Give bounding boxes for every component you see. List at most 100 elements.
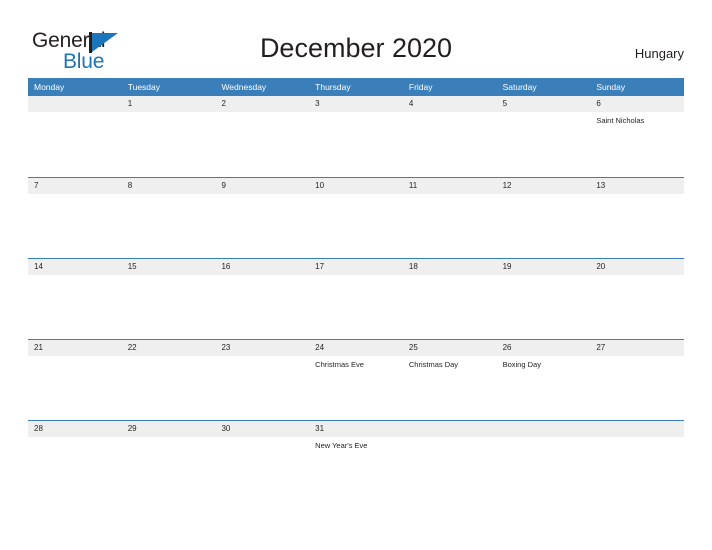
day-number-22[interactable]: 22 [122, 340, 216, 356]
day-number-band: 21 22 23 24 25 26 27 [28, 340, 684, 356]
day-number-band: 7 8 9 10 11 12 13 [28, 178, 684, 194]
day-number-4[interactable]: 4 [403, 96, 497, 112]
event-label: Christmas Day [408, 360, 459, 369]
day-cell-18[interactable] [403, 275, 497, 339]
page-title: December 2020 [259, 33, 453, 63]
day-cell-31[interactable]: New Year's Eve [309, 437, 403, 501]
day-cell-16[interactable] [215, 275, 309, 339]
weekday-header-thursday: Thursday [315, 82, 351, 92]
day-cell-19[interactable] [497, 275, 591, 339]
calendar-weeks: 1 2 3 4 5 6 Saint Nicholas 7 8 9 10 11 12 13 14 15 16 17 1… [28, 96, 684, 501]
calendar-week-row: 7 8 9 10 11 12 13 [28, 177, 684, 258]
weekday-header-monday: Monday [34, 82, 65, 92]
day-cell-9[interactable] [215, 194, 309, 258]
day-number-7[interactable]: 7 [28, 178, 122, 194]
day-number-28[interactable]: 28 [28, 421, 122, 437]
day-event-band [28, 275, 684, 339]
day-number-empty [497, 421, 591, 437]
day-number-1[interactable]: 1 [122, 96, 216, 112]
day-event-band: New Year's Eve [28, 437, 684, 501]
day-number-16[interactable]: 16 [215, 259, 309, 275]
calendar-grid: Monday Tuesday Wednesday Thursday Friday Satu… [28, 78, 684, 501]
day-number-24[interactable]: 24 [309, 340, 403, 356]
day-number-15[interactable]: 15 [122, 259, 216, 275]
day-cell-3[interactable] [309, 112, 403, 176]
day-cell-10[interactable] [309, 194, 403, 258]
day-cell-empty [497, 437, 591, 501]
day-number-14[interactable]: 14 [28, 259, 122, 275]
calendar-week-row: 28 29 30 31 New Year's Eve [28, 420, 684, 501]
event-label: Boxing Day [502, 360, 541, 369]
day-cell-24[interactable]: Christmas Eve [309, 356, 403, 420]
day-cell-empty [403, 437, 497, 501]
day-number-empty [590, 421, 684, 437]
day-cell-1[interactable] [122, 112, 216, 176]
day-number-9[interactable]: 9 [215, 178, 309, 194]
weekday-header-row: Monday Tuesday Wednesday Thursday Friday Satu… [28, 78, 684, 96]
day-number-21[interactable]: 21 [28, 340, 122, 356]
day-number-26[interactable]: 26 [497, 340, 591, 356]
event-label: New Year's Eve [315, 441, 368, 450]
day-number-18[interactable]: 18 [403, 259, 497, 275]
weekday-header-friday: Friday [408, 82, 433, 92]
day-cell-17[interactable] [309, 275, 403, 339]
day-number-empty [28, 96, 122, 112]
day-number-12[interactable]: 12 [497, 178, 591, 194]
day-cell-4[interactable] [403, 112, 497, 176]
day-number-13[interactable]: 13 [590, 178, 684, 194]
day-number-31[interactable]: 31 [309, 421, 403, 437]
day-number-20[interactable]: 20 [590, 259, 684, 275]
day-cell-27[interactable] [590, 356, 684, 420]
day-cell-5[interactable] [497, 112, 591, 176]
day-number-10[interactable]: 10 [309, 178, 403, 194]
day-number-19[interactable]: 19 [497, 259, 591, 275]
day-cell-2[interactable] [215, 112, 309, 176]
day-cell-empty [590, 437, 684, 501]
day-number-11[interactable]: 11 [403, 178, 497, 194]
day-number-25[interactable]: 25 [403, 340, 497, 356]
day-cell-29[interactable] [122, 437, 216, 501]
day-cell-22[interactable] [122, 356, 216, 420]
day-cell-23[interactable] [215, 356, 309, 420]
event-label: Saint Nicholas [596, 116, 645, 125]
day-cell-30[interactable] [215, 437, 309, 501]
day-number-27[interactable]: 27 [590, 340, 684, 356]
weekday-header-wednesday: Wednesday [221, 82, 267, 92]
day-cell-13[interactable] [590, 194, 684, 258]
day-number-29[interactable]: 29 [122, 421, 216, 437]
day-number-30[interactable]: 30 [215, 421, 309, 437]
calendar-week-row: 14 15 16 17 18 19 20 [28, 258, 684, 339]
day-number-2[interactable]: 2 [215, 96, 309, 112]
day-cell-8[interactable] [122, 194, 216, 258]
day-cell-7[interactable] [28, 194, 122, 258]
day-cell-26[interactable]: Boxing Day [497, 356, 591, 420]
day-number-empty [403, 421, 497, 437]
day-cell-21[interactable] [28, 356, 122, 420]
day-cell-empty [28, 112, 122, 176]
day-cell-12[interactable] [497, 194, 591, 258]
page-header: General Blue December 2020 Hungary [0, 0, 712, 78]
day-cell-11[interactable] [403, 194, 497, 258]
day-event-band [28, 194, 684, 258]
event-label: Christmas Eve [315, 360, 364, 369]
day-number-23[interactable]: 23 [215, 340, 309, 356]
day-number-6[interactable]: 6 [590, 96, 684, 112]
day-number-3[interactable]: 3 [309, 96, 403, 112]
day-cell-28[interactable] [28, 437, 122, 501]
day-cell-14[interactable] [28, 275, 122, 339]
day-number-band: 14 15 16 17 18 19 20 [28, 259, 684, 275]
day-number-17[interactable]: 17 [309, 259, 403, 275]
day-event-band: Christmas Eve Christmas Day Boxing Day [28, 356, 684, 420]
weekday-header-tuesday: Tuesday [127, 82, 161, 92]
calendar-region-label: Hungary [634, 46, 684, 61]
day-cell-6[interactable]: Saint Nicholas [590, 112, 684, 176]
day-number-5[interactable]: 5 [497, 96, 591, 112]
day-number-8[interactable]: 8 [122, 178, 216, 194]
day-number-band: 28 29 30 31 [28, 421, 684, 437]
day-cell-20[interactable] [590, 275, 684, 339]
day-cell-15[interactable] [122, 275, 216, 339]
day-number-band: 123456 [28, 96, 684, 112]
calendar-week-row: 21 22 23 24 25 26 27 Christmas Eve Christmas Day… [28, 339, 684, 420]
day-cell-25[interactable]: Christmas Day [403, 356, 497, 420]
day-event-band: Saint Nicholas [28, 112, 684, 176]
